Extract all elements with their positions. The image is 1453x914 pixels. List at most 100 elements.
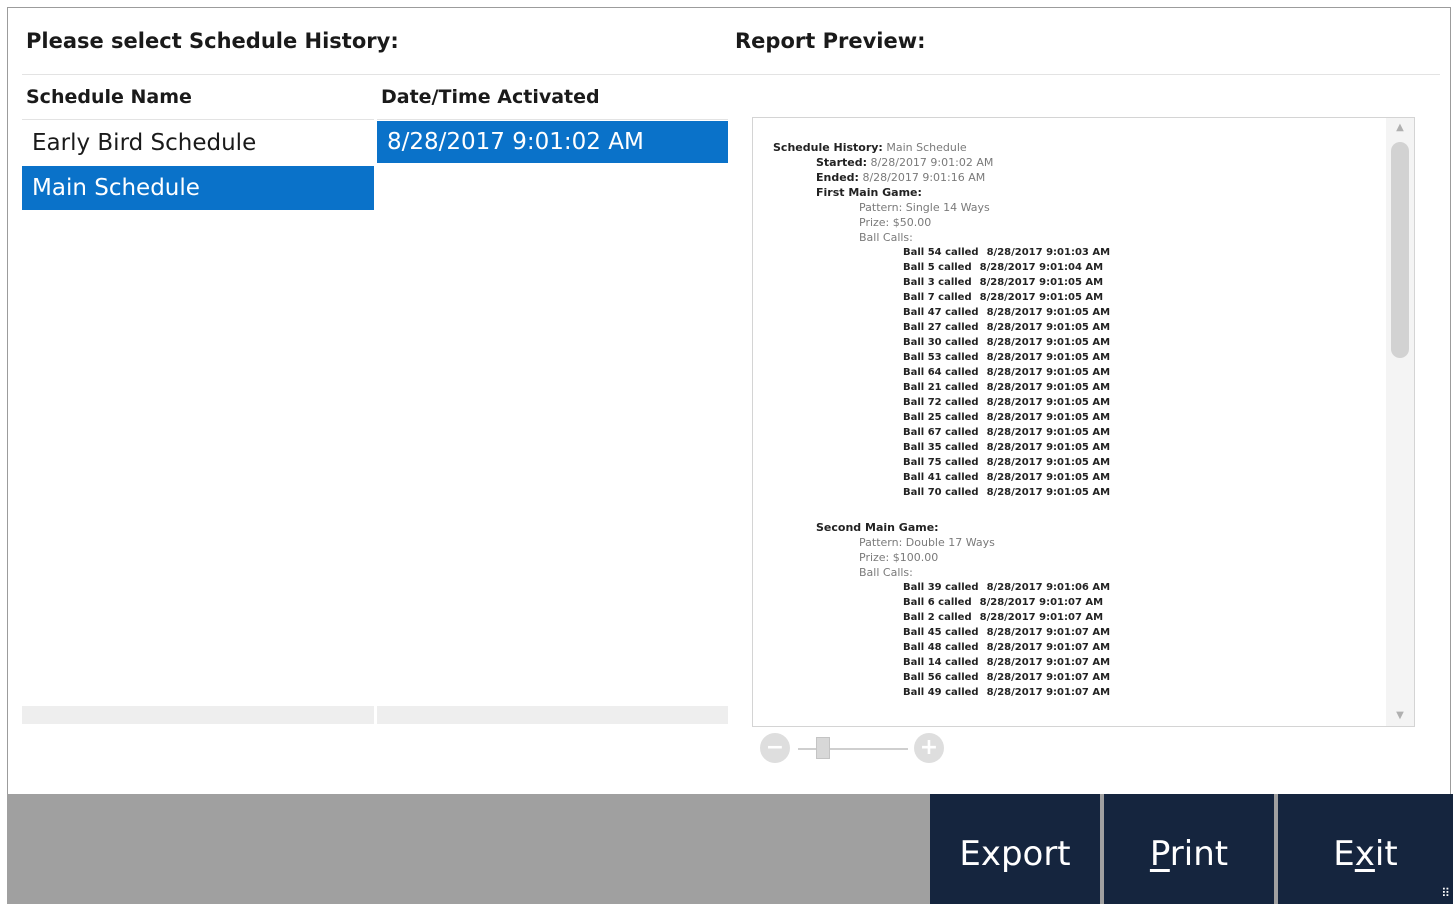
ball-call-row: Ball 7 called 8/28/2017 9:01:05 AM [773, 290, 1110, 305]
ball-call-row: Ball 3 called 8/28/2017 9:01:05 AM [773, 275, 1110, 290]
ball-call-number: Ball 64 called [903, 367, 979, 378]
ball-call-time: 8/28/2017 9:01:05 AM [986, 337, 1111, 348]
exit-button[interactable]: Exit ⠿ [1278, 794, 1453, 904]
ball-call-time: 8/28/2017 9:01:07 AM [986, 642, 1111, 653]
report-preview-title: Report Preview: [735, 29, 926, 53]
ball-call-time: 8/28/2017 9:01:07 AM [986, 657, 1111, 668]
ball-call-number: Ball 25 called [903, 412, 979, 423]
ball-call-row: Ball 75 called 8/28/2017 9:01:05 AM [773, 455, 1110, 470]
export-button[interactable]: Export [930, 794, 1100, 904]
zoom-control: − + [760, 733, 950, 765]
ball-call-row: Ball 30 called 8/28/2017 9:01:05 AM [773, 335, 1110, 350]
ball-call-number: Ball 35 called [903, 442, 979, 453]
header-divider [22, 74, 1440, 75]
ball-call-row: Ball 27 called 8/28/2017 9:01:05 AM [773, 320, 1110, 335]
ball-call-time: 8/28/2017 9:01:05 AM [986, 352, 1111, 363]
ball-call-time: 8/28/2017 9:01:05 AM [986, 382, 1111, 393]
game-title: First Main Game: [816, 186, 922, 199]
ball-call-row: Ball 56 called 8/28/2017 9:01:07 AM [773, 670, 1110, 685]
print-button-label: Print [1149, 834, 1229, 874]
exit-button-label: Exit [1333, 834, 1398, 874]
resize-grip-icon[interactable]: ⠿ [1434, 885, 1450, 901]
ball-call-time: 8/28/2017 9:01:05 AM [986, 457, 1111, 468]
zoom-track[interactable] [798, 748, 908, 750]
schedule-history-title: Please select Schedule History: [26, 29, 399, 53]
ball-call-time: 8/28/2017 9:01:05 AM [986, 412, 1111, 423]
history-label: Schedule History: [773, 141, 883, 154]
ball-call-number: Ball 67 called [903, 427, 979, 438]
activation-list-scrollbar[interactable] [377, 706, 728, 724]
ball-call-row: Ball 25 called 8/28/2017 9:01:05 AM [773, 410, 1110, 425]
ended-value: 8/28/2017 9:01:16 AM [862, 171, 986, 184]
ball-call-row: Ball 39 called 8/28/2017 9:01:06 AM [773, 580, 1110, 595]
ball-call-number: Ball 39 called [903, 582, 979, 593]
schedule-list-item[interactable]: Main Schedule [22, 166, 374, 210]
schedule-column-divider [22, 119, 374, 120]
ball-calls-label: Ball Calls: [859, 231, 913, 244]
column-header-date-activated[interactable]: Date/Time Activated [381, 86, 600, 108]
report-preview-pane[interactable]: Schedule History: Main Schedule Started:… [752, 117, 1415, 727]
game-prize: Prize: $100.00 [859, 551, 939, 564]
games-list: First Main Game: Pattern: Single 14 Ways P… [773, 185, 1110, 700]
ball-call-number: Ball 27 called [903, 322, 979, 333]
ball-call-time: 8/28/2017 9:01:05 AM [986, 442, 1111, 453]
ball-call-number: Ball 45 called [903, 627, 979, 638]
date-column-divider [377, 119, 728, 120]
game-title: Second Main Game: [816, 521, 939, 534]
ball-call-row: Ball 49 called 8/28/2017 9:01:07 AM [773, 685, 1110, 700]
ball-call-time: 8/28/2017 9:01:07 AM [986, 627, 1111, 638]
ball-call-row: Ball 72 called 8/28/2017 9:01:05 AM [773, 395, 1110, 410]
ball-call-time: 8/28/2017 9:01:05 AM [986, 307, 1111, 318]
minus-icon[interactable]: − [760, 733, 790, 763]
ball-call-time: 8/28/2017 9:01:05 AM [979, 277, 1104, 288]
ball-call-time: 8/28/2017 9:01:05 AM [986, 487, 1111, 498]
ball-call-number: Ball 72 called [903, 397, 979, 408]
ball-call-number: Ball 2 called [903, 612, 972, 623]
ball-call-row: Ball 21 called 8/28/2017 9:01:05 AM [773, 380, 1110, 395]
game-prize: Prize: $50.00 [859, 216, 932, 229]
scroll-up-icon[interactable]: ▲ [1386, 120, 1414, 136]
zoom-slider-thumb[interactable] [816, 737, 830, 759]
ball-call-row: Ball 47 called 8/28/2017 9:01:05 AM [773, 305, 1110, 320]
ball-call-row: Ball 67 called 8/28/2017 9:01:05 AM [773, 425, 1110, 440]
column-header-schedule-name[interactable]: Schedule Name [26, 86, 192, 108]
ended-label: Ended: [816, 171, 859, 184]
ball-call-number: Ball 49 called [903, 687, 979, 698]
ball-call-time: 8/28/2017 9:01:03 AM [986, 247, 1111, 258]
ball-call-number: Ball 48 called [903, 642, 979, 653]
scrollbar-thumb[interactable] [1391, 142, 1409, 358]
ball-call-row: Ball 70 called 8/28/2017 9:01:05 AM [773, 485, 1110, 500]
ball-call-time: 8/28/2017 9:01:06 AM [986, 582, 1111, 593]
ball-call-time: 8/28/2017 9:01:05 AM [986, 427, 1111, 438]
ball-call-number: Ball 7 called [903, 292, 972, 303]
ball-call-time: 8/28/2017 9:01:05 AM [986, 472, 1111, 483]
plus-icon[interactable]: + [914, 733, 944, 763]
ball-call-row: Ball 64 called 8/28/2017 9:01:05 AM [773, 365, 1110, 380]
ball-call-number: Ball 5 called [903, 262, 972, 273]
preview-vertical-scrollbar[interactable]: ▲ ▼ [1386, 118, 1414, 726]
ball-call-time: 8/28/2017 9:01:07 AM [979, 612, 1104, 623]
ball-call-number: Ball 53 called [903, 352, 979, 363]
ball-call-number: Ball 75 called [903, 457, 979, 468]
schedule-list-item[interactable]: Early Bird Schedule [22, 121, 374, 165]
ball-call-time: 8/28/2017 9:01:05 AM [986, 397, 1111, 408]
history-value: Main Schedule [886, 141, 967, 154]
report-document: Schedule History: Main Schedule Started:… [773, 140, 1110, 700]
schedule-list-scrollbar[interactable] [22, 706, 374, 724]
ball-call-time: 8/28/2017 9:01:05 AM [986, 322, 1111, 333]
ball-call-row: Ball 54 called 8/28/2017 9:01:03 AM [773, 245, 1110, 260]
ball-call-number: Ball 41 called [903, 472, 979, 483]
print-button[interactable]: Print [1104, 794, 1274, 904]
ball-call-number: Ball 30 called [903, 337, 979, 348]
ball-call-time: 8/28/2017 9:01:07 AM [986, 687, 1111, 698]
ball-call-row: Ball 14 called 8/28/2017 9:01:07 AM [773, 655, 1110, 670]
ball-call-time: 8/28/2017 9:01:07 AM [979, 597, 1104, 608]
activation-list-item[interactable]: 8/28/2017 9:01:02 AM [377, 121, 728, 163]
ball-call-time: 8/28/2017 9:01:05 AM [986, 367, 1111, 378]
scroll-down-icon[interactable]: ▼ [1386, 708, 1414, 724]
ball-call-time: 8/28/2017 9:01:07 AM [986, 672, 1111, 683]
ball-call-number: Ball 54 called [903, 247, 979, 258]
ball-call-row: Ball 35 called 8/28/2017 9:01:05 AM [773, 440, 1110, 455]
ball-call-row: Ball 2 called 8/28/2017 9:01:07 AM [773, 610, 1110, 625]
